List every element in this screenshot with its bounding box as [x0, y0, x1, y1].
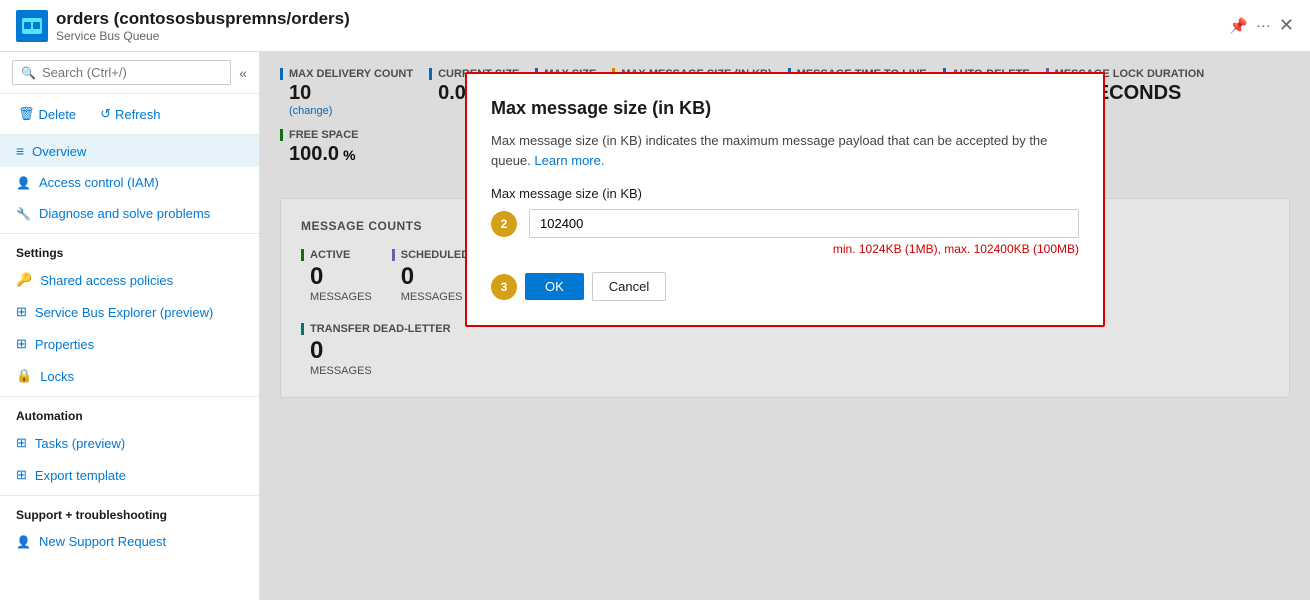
nav-export-template[interactable]: ⊞ Export template [0, 459, 259, 491]
new-support-icon: 👤 [16, 535, 31, 549]
service-bus-explorer-icon: ⊞ [16, 304, 27, 320]
nav-overview[interactable]: ≡ Overview [0, 135, 259, 167]
diagnose-icon: 🔧 [16, 207, 31, 221]
dialog-input-row: 2 [491, 209, 1079, 238]
nav-diagnose[interactable]: 🔧 Diagnose and solve problems [0, 198, 259, 229]
search-area: 🔍 « [0, 52, 259, 94]
step2-badge: 2 [491, 211, 517, 237]
page-subtitle: Service Bus Queue [56, 29, 350, 43]
dialog-hint: min. 1024KB (1MB), max. 102400KB (100MB) [491, 242, 1079, 256]
nav-shared-access[interactable]: 🔑 Shared access policies [0, 264, 259, 296]
collapse-icon[interactable]: « [239, 65, 247, 81]
learn-more-link[interactable]: Learn more. [534, 153, 604, 168]
tasks-icon: ⊞ [16, 435, 27, 451]
main-layout: 🔍 « 🗑 Delete ↺ Refresh ≡ Overview 👤 Acce… [0, 52, 1310, 600]
access-control-icon: 👤 [16, 176, 31, 190]
nav-service-bus-explorer[interactable]: ⊞ Service Bus Explorer (preview) [0, 296, 259, 328]
delete-icon: 🗑 [18, 106, 35, 122]
delete-button[interactable]: 🗑 Delete [12, 102, 82, 126]
header-actions: 📌 ··· ✕ [1229, 15, 1294, 36]
max-message-size-dialog: Max message size (in KB) Max message siz… [465, 72, 1105, 327]
search-input[interactable] [42, 65, 222, 80]
settings-section-header: Settings [0, 233, 259, 264]
ellipsis-icon[interactable]: ··· [1256, 17, 1271, 34]
export-template-icon: ⊞ [16, 467, 27, 483]
dialog-button-row: 3 OK Cancel [491, 272, 1079, 301]
nav-tasks[interactable]: ⊞ Tasks (preview) [0, 427, 259, 459]
properties-icon: ⊞ [16, 336, 27, 352]
content-area: MAX DELIVERY COUNT 10 (change) CURRENT S… [260, 52, 1310, 600]
automation-section-header: Automation [0, 396, 259, 427]
pin-icon[interactable]: 📌 [1229, 17, 1248, 35]
refresh-icon: ↺ [100, 106, 111, 122]
page-title: orders (contososbuspremns/orders) [56, 9, 350, 29]
refresh-button[interactable]: ↺ Refresh [94, 102, 166, 126]
nav-access-control[interactable]: 👤 Access control (IAM) [0, 167, 259, 198]
dialog-description: Max message size (in KB) indicates the m… [491, 131, 1079, 170]
nav-properties[interactable]: ⊞ Properties [0, 328, 259, 360]
shared-access-icon: 🔑 [16, 272, 32, 288]
app-icon [16, 10, 48, 42]
nav-locks[interactable]: 🔒 Locks [0, 360, 259, 392]
search-box[interactable]: 🔍 [12, 60, 231, 85]
dialog-title: Max message size (in KB) [491, 98, 1079, 119]
search-icon: 🔍 [21, 66, 36, 80]
ok-button[interactable]: OK [525, 273, 584, 300]
locks-icon: 🔒 [16, 368, 32, 384]
sidebar: 🔍 « 🗑 Delete ↺ Refresh ≡ Overview 👤 Acce… [0, 52, 260, 600]
close-button[interactable]: ✕ [1279, 15, 1294, 36]
header-left: orders (contososbuspremns/orders) Servic… [16, 9, 350, 43]
step3-badge: 3 [491, 274, 517, 300]
sidebar-toolbar: 🗑 Delete ↺ Refresh [0, 94, 259, 135]
max-message-size-input[interactable] [529, 209, 1079, 238]
support-section-header: Support + troubleshooting [0, 495, 259, 526]
nav-new-support[interactable]: 👤 New Support Request [0, 526, 259, 557]
header-title-group: orders (contososbuspremns/orders) Servic… [56, 9, 350, 43]
dialog-field-label: Max message size (in KB) [491, 186, 1079, 201]
overview-icon: ≡ [16, 143, 24, 159]
dialog-overlay: Max message size (in KB) Max message siz… [260, 52, 1310, 600]
app-header: orders (contososbuspremns/orders) Servic… [0, 0, 1310, 52]
cancel-button[interactable]: Cancel [592, 272, 666, 301]
